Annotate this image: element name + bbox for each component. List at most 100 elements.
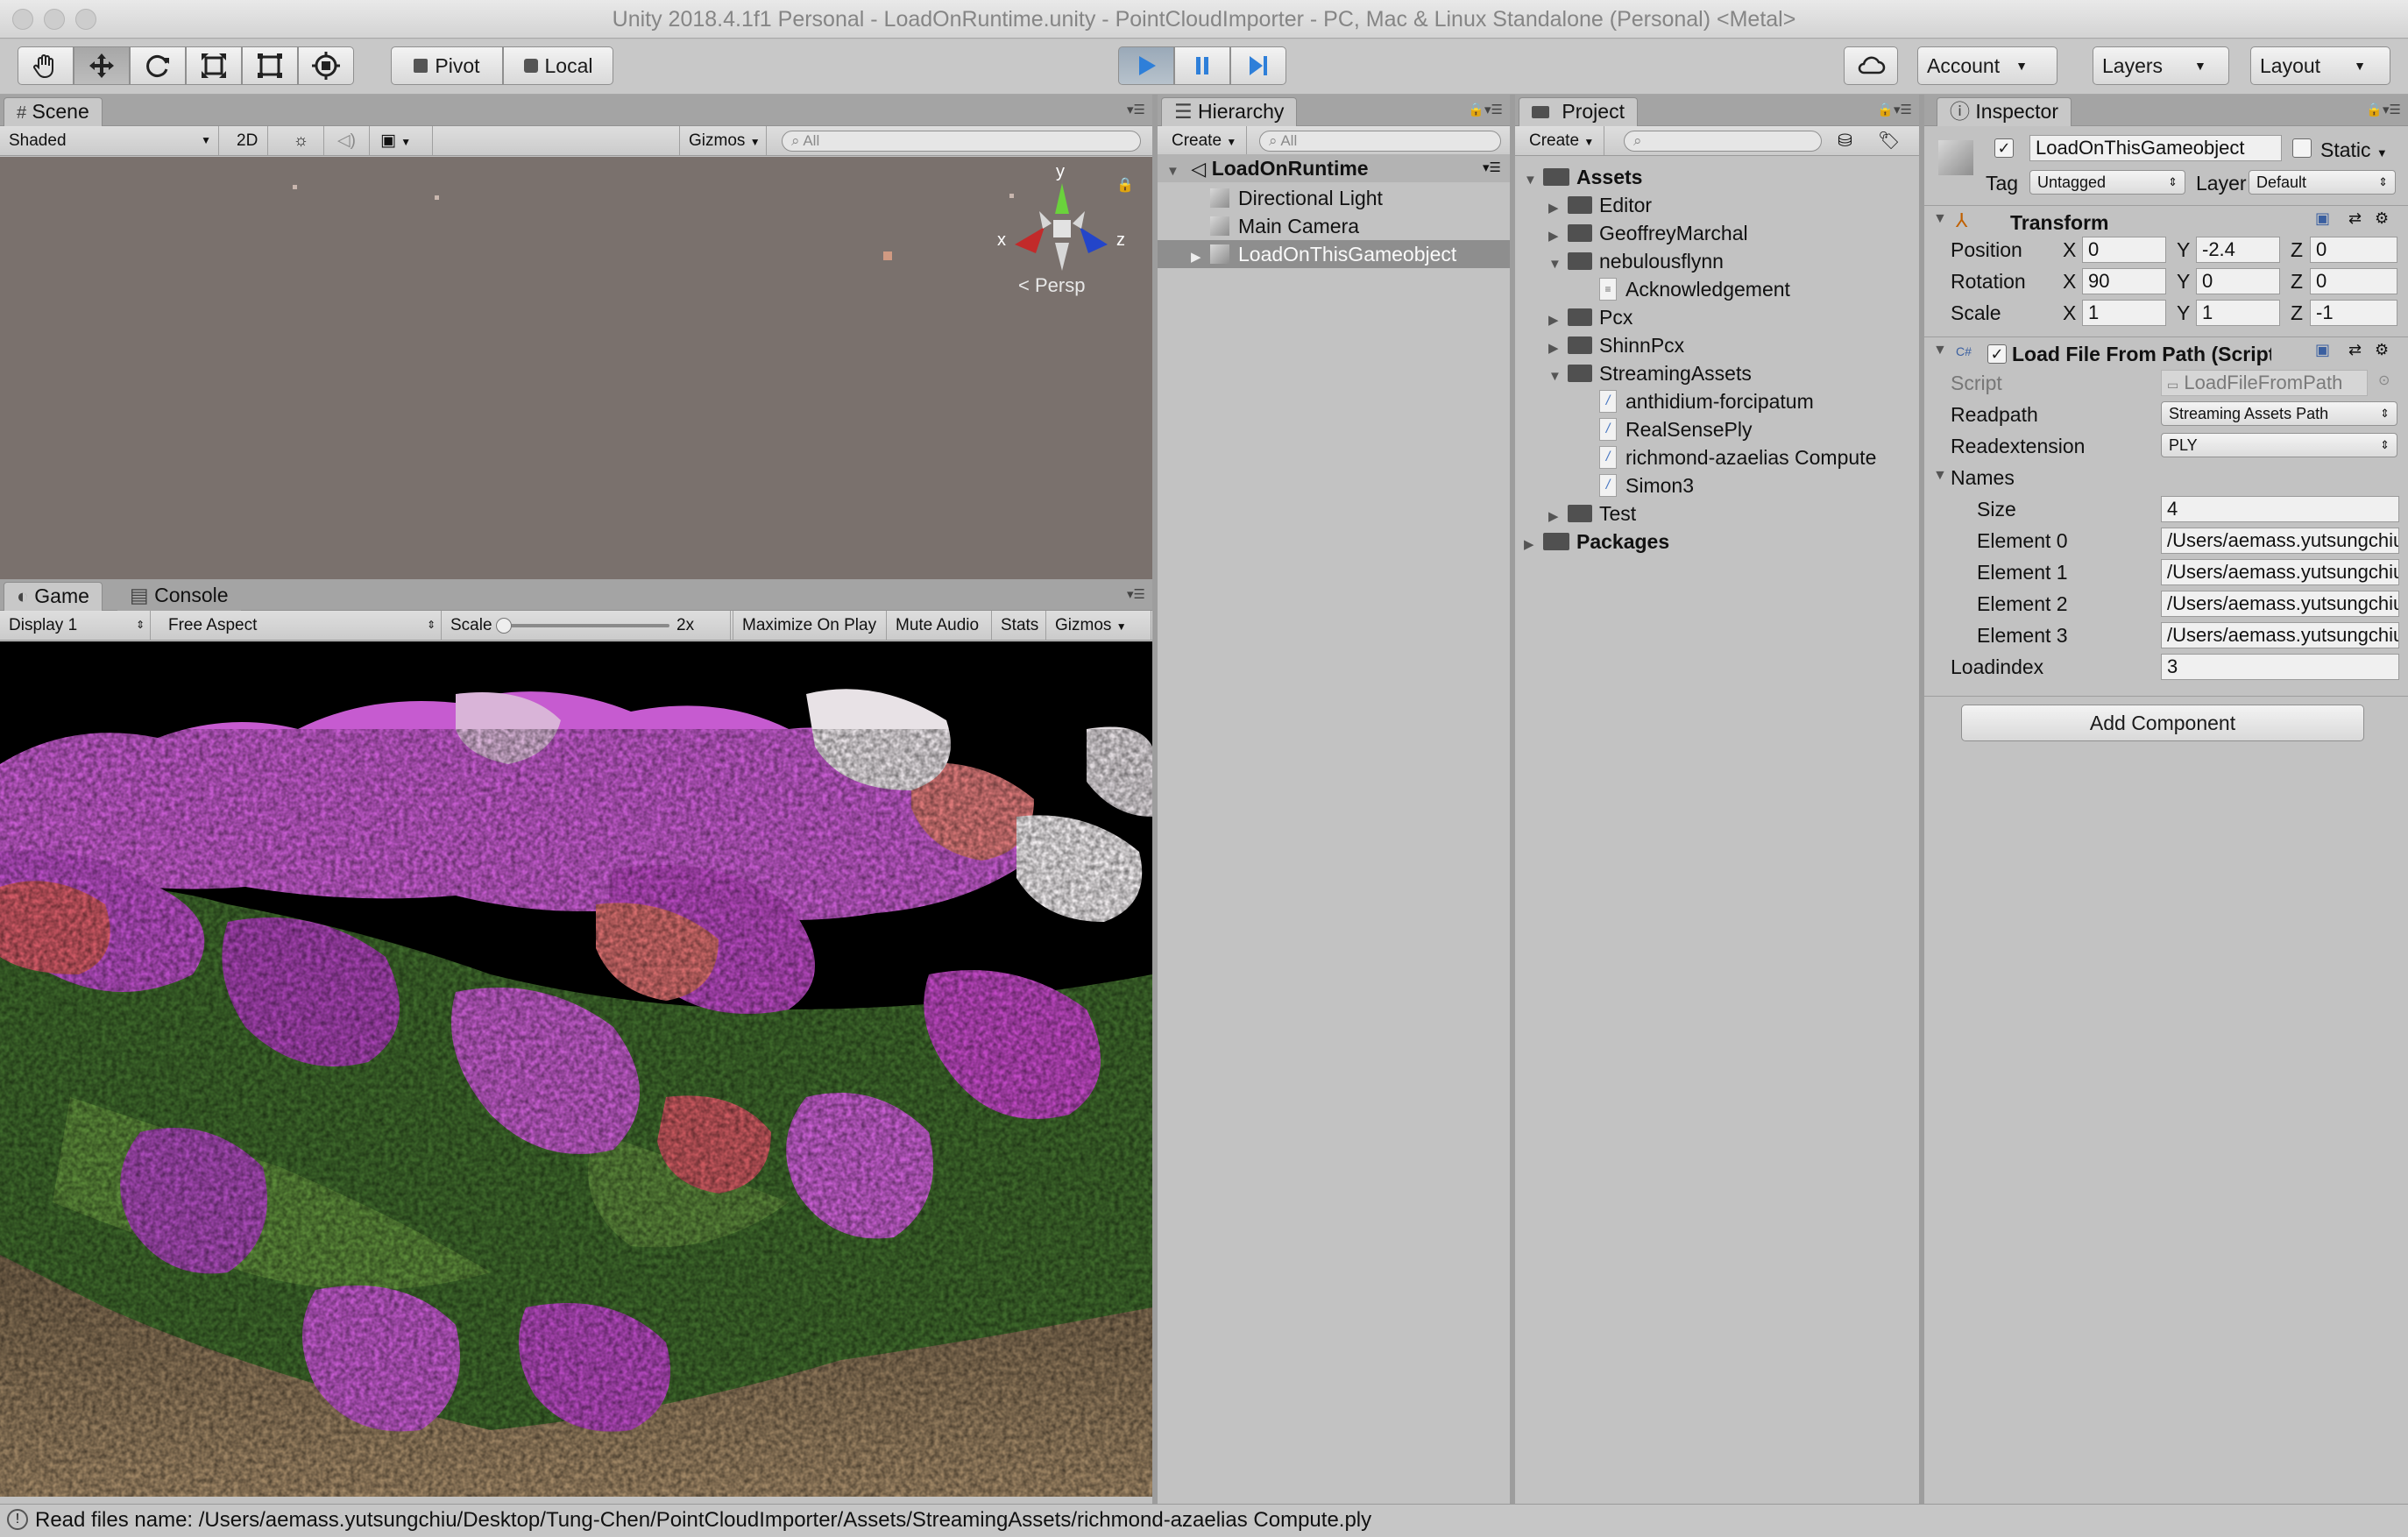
minimize-window-button[interactable] xyxy=(44,9,65,30)
panel-menu-icon[interactable]: 🔒▾☰ xyxy=(1877,102,1912,117)
hierarchy-create-dropdown[interactable]: Create ▼ xyxy=(1163,126,1247,155)
transform-tool-button[interactable] xyxy=(298,46,354,85)
element-field[interactable]: /Users/aemass.yutsungchiu xyxy=(2161,622,2399,648)
scale-x-field[interactable]: 1 xyxy=(2082,300,2166,326)
project-folder-geoffrey[interactable]: ▶ GeoffreyMarchal xyxy=(1548,219,1748,247)
panel-menu-icon[interactable]: ▾☰ xyxy=(1127,586,1145,602)
project-folder-nebulous[interactable]: ▼ nebulousflynn xyxy=(1548,247,1724,275)
tab-game[interactable]: ◐ Game xyxy=(4,582,103,611)
layer-dropdown[interactable]: Default ⇕ xyxy=(2249,170,2396,195)
toggle-2d-button[interactable]: 2D xyxy=(228,126,268,155)
rotation-x-field[interactable]: 90 xyxy=(2082,268,2166,294)
audio-toggle[interactable]: ◁) xyxy=(324,126,370,155)
scene-search-input[interactable]: ⌕ All xyxy=(782,131,1141,152)
shading-mode-dropdown[interactable]: Shaded ▼ xyxy=(0,126,219,155)
add-component-button[interactable]: Add Component xyxy=(1961,705,2364,741)
tab-hierarchy[interactable]: ☰ Hierarchy xyxy=(1161,97,1298,126)
zoom-window-button[interactable] xyxy=(75,9,96,30)
readpath-dropdown[interactable]: Streaming Assets Path ⇕ xyxy=(2161,401,2397,426)
maximize-on-play-toggle[interactable]: Maximize On Play xyxy=(733,611,887,640)
panel-menu-icon[interactable]: 🔒▾☰ xyxy=(2366,102,2401,117)
filter-by-label-icon[interactable]: 🏷 xyxy=(1878,130,1900,152)
scene-menu-icon[interactable]: ▾☰ xyxy=(1483,154,1501,182)
project-file[interactable]: / Simon3 xyxy=(1599,471,1694,499)
panel-menu-icon[interactable]: 🔒▾☰ xyxy=(1468,102,1503,117)
transform-component-header[interactable]: ▼ ⅄ Transform ▣ ⇄ ⚙ xyxy=(1924,205,2408,240)
project-search-input[interactable]: ⌕ xyxy=(1624,131,1822,152)
move-tool-button[interactable] xyxy=(74,46,130,85)
scene-root-row[interactable]: ▼ ◁ LoadOnRuntime ▾☰ xyxy=(1158,154,1510,182)
project-folder-pcx[interactable]: ▶ Pcx xyxy=(1548,303,1632,331)
project-folder-assets[interactable]: ▼ Assets xyxy=(1524,163,1642,191)
project-folder-editor[interactable]: ▶ Editor xyxy=(1548,191,1652,219)
scale-z-field[interactable]: -1 xyxy=(2310,300,2397,326)
project-folder-shinn[interactable]: ▶ ShinnPcx xyxy=(1548,331,1684,359)
active-checkbox[interactable]: ✓ xyxy=(1994,138,2014,158)
rotation-z-field[interactable]: 0 xyxy=(2310,268,2397,294)
names-size-field[interactable]: 4 xyxy=(2161,496,2399,522)
step-button[interactable] xyxy=(1230,46,1286,85)
project-file[interactable]: / RealSensePly xyxy=(1599,415,1752,443)
gear-icon[interactable]: ⚙ xyxy=(2375,209,2389,228)
panel-menu-icon[interactable]: ▾☰ xyxy=(1127,102,1145,117)
scale-slider-track[interactable] xyxy=(503,624,669,627)
script-component-header[interactable]: ▼ C# ✓ Load File From Path (Script) ▣ ⇄ … xyxy=(1924,336,2408,372)
tab-console[interactable]: ▤ Console xyxy=(117,582,241,611)
lighting-toggle[interactable]: ☼ xyxy=(279,126,324,155)
component-enabled-checkbox[interactable]: ✓ xyxy=(1987,344,2007,364)
scale-y-field[interactable]: 1 xyxy=(2196,300,2280,326)
gear-icon[interactable]: ⚙ xyxy=(2375,341,2389,359)
object-picker-icon[interactable]: ⊙ xyxy=(2378,372,2390,389)
hierarchy-item[interactable]: Directional Light xyxy=(1210,184,1383,212)
help-icon[interactable]: ▣ xyxy=(2315,341,2330,359)
close-window-button[interactable] xyxy=(12,9,33,30)
preset-icon[interactable]: ⇄ xyxy=(2348,341,2362,359)
projection-toggle[interactable]: < Persp xyxy=(1018,274,1085,297)
panel-separator[interactable] xyxy=(1152,95,1158,1504)
readextension-dropdown[interactable]: PLY ⇕ xyxy=(2161,433,2397,457)
position-z-field[interactable]: 0 xyxy=(2310,237,2397,263)
project-folder-streaming[interactable]: ▼ StreamingAssets xyxy=(1548,359,1752,387)
project-folder-test[interactable]: ▶ Test xyxy=(1548,499,1636,528)
display-dropdown[interactable]: Display 1 ⇕ xyxy=(0,611,151,640)
local-toggle[interactable]: Local xyxy=(503,46,613,85)
preset-icon[interactable]: ⇄ xyxy=(2348,209,2362,228)
position-x-field[interactable]: 0 xyxy=(2082,237,2166,263)
tab-project[interactable]: Project xyxy=(1519,97,1638,126)
element-field[interactable]: /Users/aemass.yutsungchiu xyxy=(2161,528,2399,554)
account-dropdown[interactable]: Account ▼ xyxy=(1917,46,2057,85)
element-field[interactable]: /Users/aemass.yutsungchiu xyxy=(2161,559,2399,585)
aspect-dropdown[interactable]: Free Aspect ⇕ xyxy=(159,611,442,640)
tab-scene[interactable]: # Scene xyxy=(4,97,103,126)
hierarchy-search-input[interactable]: ⌕ All xyxy=(1259,131,1501,152)
project-file-acknowledgement[interactable]: ≡ Acknowledgement xyxy=(1599,275,1790,303)
rect-tool-button[interactable] xyxy=(242,46,298,85)
scale-tool-button[interactable] xyxy=(186,46,242,85)
cloud-button[interactable] xyxy=(1844,46,1898,85)
orientation-gizmo[interactable] xyxy=(981,166,1139,288)
project-folder-packages[interactable]: ▶ Packages xyxy=(1524,528,1669,556)
static-checkbox[interactable] xyxy=(2292,138,2312,158)
filter-by-type-icon[interactable]: ⛁ xyxy=(1838,130,1852,152)
play-button[interactable] xyxy=(1118,46,1174,85)
object-name-field[interactable]: LoadOnThisGameobject xyxy=(2029,135,2282,161)
mute-audio-toggle[interactable]: Mute Audio xyxy=(887,611,992,640)
hand-tool-button[interactable] xyxy=(18,46,74,85)
chevron-down-icon[interactable]: ▼ xyxy=(1933,468,1947,484)
project-file[interactable]: / anthidium-forcipatum xyxy=(1599,387,1814,415)
help-icon[interactable]: ▣ xyxy=(2315,209,2330,228)
tab-inspector[interactable]: ⓘ Inspector xyxy=(1937,97,2072,126)
rotate-tool-button[interactable] xyxy=(130,46,186,85)
scale-slider-handle[interactable] xyxy=(496,618,512,634)
tag-dropdown[interactable]: Untagged ⇕ xyxy=(2029,170,2185,195)
rotation-y-field[interactable]: 0 xyxy=(2196,268,2280,294)
layers-dropdown[interactable]: Layers ▼ xyxy=(2093,46,2229,85)
names-array-label[interactable]: Names xyxy=(1951,466,2015,490)
element-field[interactable]: /Users/aemass.yutsungchiu xyxy=(2161,591,2399,617)
panel-separator[interactable] xyxy=(1919,95,1924,1504)
game-gizmos-dropdown[interactable]: Gizmos ▼ xyxy=(1046,611,1151,640)
hierarchy-item-selected[interactable]: ▶ LoadOnThisGameobject xyxy=(1158,240,1510,268)
position-y-field[interactable]: -2.4 xyxy=(2196,237,2280,263)
pivot-toggle[interactable]: Pivot xyxy=(391,46,503,85)
panel-separator[interactable] xyxy=(1510,95,1515,1504)
